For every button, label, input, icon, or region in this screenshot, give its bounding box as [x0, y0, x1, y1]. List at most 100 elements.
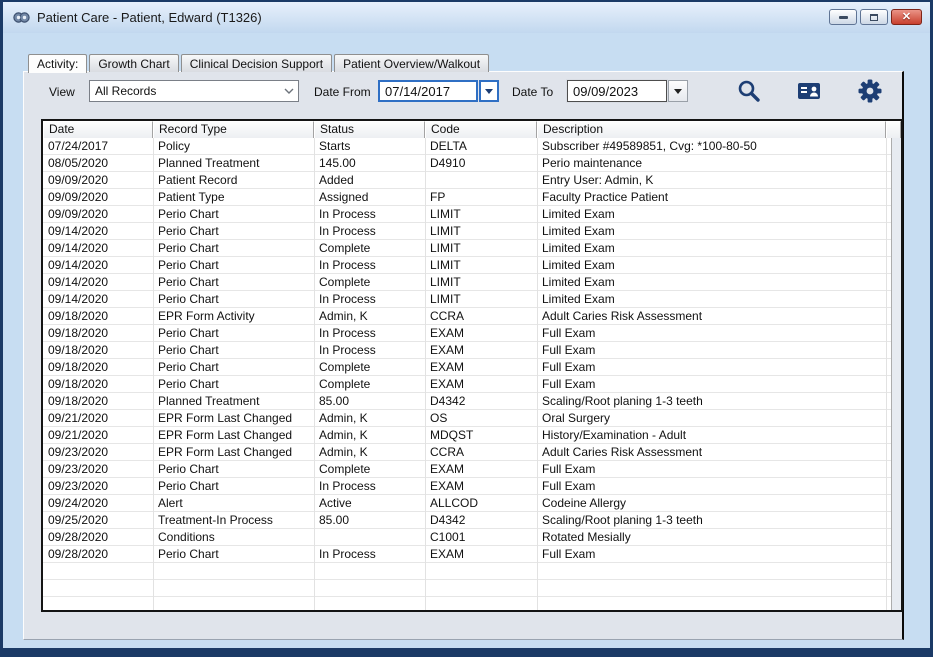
contact-card-button[interactable] — [796, 78, 822, 104]
table-cell: 09/28/2020 — [43, 529, 153, 546]
tab-strip: Activity: Growth Chart Clinical Decision… — [28, 54, 489, 73]
table-cell: Admin, K — [314, 308, 425, 325]
table-cell: EPR Form Last Changed — [153, 427, 314, 444]
table-row[interactable]: 09/14/2020Perio ChartIn ProcessLIMITLimi… — [43, 291, 901, 308]
table-row[interactable]: 09/14/2020Perio ChartCompleteLIMITLimite… — [43, 274, 901, 291]
table-cell: 09/09/2020 — [43, 206, 153, 223]
table-cell: Scaling/Root planing 1-3 teeth — [537, 512, 886, 529]
table-row[interactable]: 09/09/2020Patient RecordAddedEntry User:… — [43, 172, 901, 189]
table-cell: EPR Form Activity — [153, 308, 314, 325]
table-row[interactable]: 09/28/2020Perio ChartIn ProcessEXAMFull … — [43, 546, 901, 563]
table-row[interactable]: 09/09/2020Patient TypeAssignedFPFaculty … — [43, 189, 901, 206]
table-row[interactable]: 09/09/2020Perio ChartIn ProcessLIMITLimi… — [43, 206, 901, 223]
table-cell: Full Exam — [537, 325, 886, 342]
table-cell: Full Exam — [537, 461, 886, 478]
table-row[interactable]: 08/05/2020Planned Treatment145.00D4910Pe… — [43, 155, 901, 172]
table-cell: Perio Chart — [153, 359, 314, 376]
table-cell: Admin, K — [314, 444, 425, 461]
table-cell: Full Exam — [537, 359, 886, 376]
date-to-dropdown-button[interactable] — [668, 80, 688, 102]
column-header-code[interactable]: Code — [425, 121, 537, 138]
table-row[interactable]: 09/14/2020Perio ChartIn ProcessLIMITLimi… — [43, 223, 901, 240]
table-row[interactable]: 09/21/2020EPR Form Last ChangedAdmin, KO… — [43, 410, 901, 427]
table-cell: 08/05/2020 — [43, 155, 153, 172]
table-cell: 09/14/2020 — [43, 274, 153, 291]
date-from-dropdown-button[interactable] — [479, 80, 499, 102]
table-cell: EXAM — [425, 376, 537, 393]
table-cell: Added — [314, 172, 425, 189]
table-cell: Conditions — [153, 529, 314, 546]
table-cell: Perio Chart — [153, 376, 314, 393]
table-cell: Faculty Practice Patient — [537, 189, 886, 206]
column-header-description[interactable]: Description — [537, 121, 886, 138]
table-cell: Perio Chart — [153, 546, 314, 563]
table-cell: Adult Caries Risk Assessment — [537, 444, 886, 461]
table-row[interactable]: 09/18/2020Perio ChartCompleteEXAMFull Ex… — [43, 359, 901, 376]
search-icon — [736, 78, 762, 104]
table-row[interactable]: 09/23/2020EPR Form Last ChangedAdmin, KC… — [43, 444, 901, 461]
search-button[interactable] — [736, 78, 762, 104]
table-cell: Perio maintenance — [537, 155, 886, 172]
minimize-icon — [839, 16, 848, 19]
tab-activity[interactable]: Activity: — [28, 54, 87, 73]
table-row[interactable]: 09/18/2020Perio ChartIn ProcessEXAMFull … — [43, 325, 901, 342]
table-cell: EXAM — [425, 546, 537, 563]
table-cell: 09/14/2020 — [43, 291, 153, 308]
table-row[interactable]: 09/23/2020Perio ChartCompleteEXAMFull Ex… — [43, 461, 901, 478]
table-cell: In Process — [314, 257, 425, 274]
table-cell: Codeine Allergy — [537, 495, 886, 512]
table-cell: Complete — [314, 461, 425, 478]
calendar-dropdown-icon — [485, 89, 493, 94]
column-header-filler — [886, 121, 901, 138]
table-cell: C1001 — [425, 529, 537, 546]
tab-patient-overview-walkout[interactable]: Patient Overview/Walkout — [334, 54, 489, 72]
date-from-input[interactable]: 07/14/2017 — [378, 80, 478, 102]
table-row[interactable]: 07/24/2017PolicyStartsDELTASubscriber #4… — [43, 138, 901, 155]
table-cell: Perio Chart — [153, 342, 314, 359]
table-cell: Complete — [314, 274, 425, 291]
table-row[interactable]: 09/28/2020ConditionsC1001Rotated Mesiall… — [43, 529, 901, 546]
table-cell: 09/09/2020 — [43, 189, 153, 206]
tab-clinical-decision-support[interactable]: Clinical Decision Support — [181, 54, 332, 72]
settings-button[interactable] — [857, 78, 883, 104]
table-row[interactable]: 09/23/2020Perio ChartIn ProcessEXAMFull … — [43, 478, 901, 495]
table-cell: Perio Chart — [153, 325, 314, 342]
table-cell: Full Exam — [537, 376, 886, 393]
grid-rows: 07/24/2017PolicyStartsDELTASubscriber #4… — [43, 138, 901, 610]
table-cell: In Process — [314, 478, 425, 495]
table-row[interactable]: 09/24/2020AlertActiveALLCODCodeine Aller… — [43, 495, 901, 512]
table-row[interactable]: 09/18/2020Planned Treatment85.00D4342Sca… — [43, 393, 901, 410]
close-button[interactable]: ✕ — [891, 9, 922, 25]
table-cell: D4342 — [425, 393, 537, 410]
table-cell: Perio Chart — [153, 206, 314, 223]
table-cell: Limited Exam — [537, 257, 886, 274]
table-header: Date Record Type Status Code Description — [43, 121, 901, 138]
column-header-record-type[interactable]: Record Type — [153, 121, 314, 138]
maximize-button[interactable] — [860, 9, 888, 25]
column-header-date[interactable]: Date — [43, 121, 153, 138]
table-row[interactable]: 09/14/2020Perio ChartIn ProcessLIMITLimi… — [43, 257, 901, 274]
table-cell: Complete — [314, 376, 425, 393]
table-cell: EXAM — [425, 342, 537, 359]
table-row[interactable]: 09/14/2020Perio ChartCompleteLIMITLimite… — [43, 240, 901, 257]
activity-table: Date Record Type Status Code Description… — [41, 119, 903, 612]
column-header-status[interactable]: Status — [314, 121, 425, 138]
table-cell: LIMIT — [425, 240, 537, 257]
table-cell: EXAM — [425, 359, 537, 376]
title-bar: Patient Care - Patient, Edward (T1326) ✕ — [3, 2, 930, 33]
table-cell: CCRA — [425, 308, 537, 325]
table-cell: Entry User: Admin, K — [537, 172, 886, 189]
table-row[interactable]: 09/18/2020Perio ChartIn ProcessEXAMFull … — [43, 342, 901, 359]
tab-growth-chart[interactable]: Growth Chart — [89, 54, 178, 72]
table-row[interactable]: 09/25/2020Treatment-In Process85.00D4342… — [43, 512, 901, 529]
vertical-scrollbar-track[interactable] — [891, 138, 901, 610]
table-row[interactable]: 09/18/2020Perio ChartCompleteEXAMFull Ex… — [43, 376, 901, 393]
table-row[interactable]: 09/21/2020EPR Form Last ChangedAdmin, KM… — [43, 427, 901, 444]
table-cell: CCRA — [425, 444, 537, 461]
table-cell: Limited Exam — [537, 206, 886, 223]
minimize-button[interactable] — [829, 9, 857, 25]
view-select[interactable]: All Records — [89, 80, 299, 102]
table-row[interactable]: 09/18/2020EPR Form ActivityAdmin, KCCRAA… — [43, 308, 901, 325]
date-to-input[interactable]: 09/09/2023 — [567, 80, 667, 102]
window-title: Patient Care - Patient, Edward (T1326) — [37, 10, 262, 25]
